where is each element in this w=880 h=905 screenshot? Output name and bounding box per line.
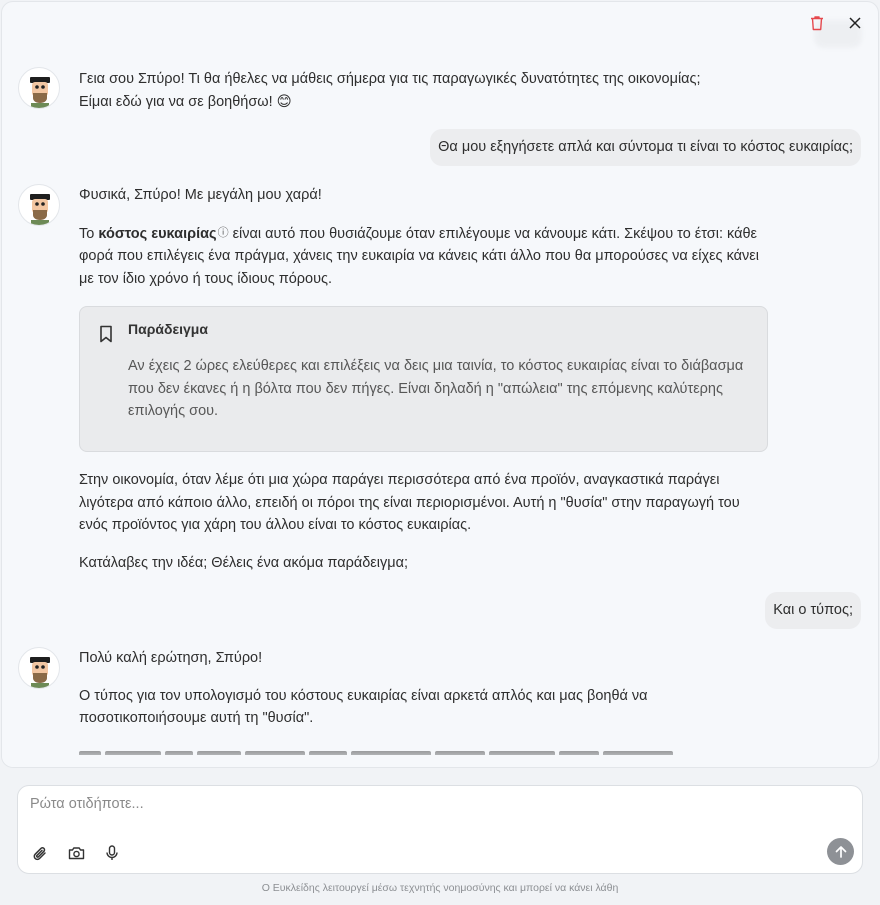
user-message: Και ο τύπος; (765, 592, 861, 629)
ai-disclaimer: Ο Ευκλείδης λειτουργεί μέσω τεχνητής νοη… (261, 882, 619, 894)
assistant-message: Γεια σου Σπύρο! Τι θα ήθελες να μάθεις σ… (79, 68, 769, 113)
answer-question: Κατάλαβες την ιδέα; Θέλεις ένα ακόμα παρ… (79, 554, 408, 571)
chat-panel: Γεια σου Σπύρο! Τι θα ήθελες να μάθεις σ… (1, 1, 879, 768)
example-callout: Παράδειγμα Αν έχεις 2 ώρες ελεύθερες και… (79, 306, 768, 452)
assistant-avatar (18, 67, 60, 109)
message-composer (17, 785, 863, 874)
top-actions (808, 14, 864, 32)
assistant-message: Πολύ καλή ερώτηση, Σπύρο! Ο τύπος για το… (79, 647, 769, 745)
camera-icon[interactable] (66, 843, 86, 863)
assistant-message-continued: Στην οικονομία, όταν λέμε ότι μια χώρα π… (79, 469, 769, 589)
user-message: Θα μου εξηγήσετε απλά και σύντομα τι είν… (430, 129, 861, 166)
answer-intro: Φυσικά, Σπύρο! Με μεγάλη μου χαρά! (79, 187, 322, 203)
answer-paragraph: Το κόστος ευκαιρίαςⓘ είναι αυτό που θυσι… (79, 222, 769, 291)
example-body: Αν έχεις 2 ώρες ελεύθερες και επιλέξεις … (128, 358, 744, 419)
answer-intro: Πολύ καλή ερώτηση, Σπύρο! (79, 650, 263, 666)
send-button[interactable] (827, 838, 854, 865)
answer-paragraph: Ο τύπος για τον υπολογισμό του κόστους ε… (79, 687, 648, 727)
info-icon[interactable]: ⓘ (218, 227, 229, 239)
trash-icon[interactable] (808, 14, 826, 32)
paperclip-icon[interactable] (30, 843, 50, 863)
bookmark-icon (98, 325, 114, 343)
assistant-avatar (18, 647, 60, 689)
greeting-line-1: Γεια σου Σπύρο! Τι θα ήθελες να μάθεις σ… (79, 71, 701, 87)
term-opportunity-cost[interactable]: κόστος ευκαιρίας (98, 226, 216, 242)
assistant-avatar (18, 184, 60, 226)
arrow-up-icon (835, 846, 846, 858)
chat-input[interactable] (30, 794, 830, 814)
microphone-icon[interactable] (102, 843, 122, 863)
greeting-line-2: Είμαι εδώ για να σε βοηθήσω! 😊 (79, 93, 292, 110)
answer-paragraph: Στην οικονομία, όταν λέμε ότι μια χώρα π… (79, 472, 740, 533)
close-icon[interactable] (846, 14, 864, 32)
scroll-fade (2, 733, 878, 767)
text-span: Το (79, 225, 99, 242)
assistant-message: Φυσικά, Σπύρο! Με μεγάλη μου χαρά! Το κό… (79, 184, 769, 305)
example-title: Παράδειγμα (128, 321, 208, 337)
